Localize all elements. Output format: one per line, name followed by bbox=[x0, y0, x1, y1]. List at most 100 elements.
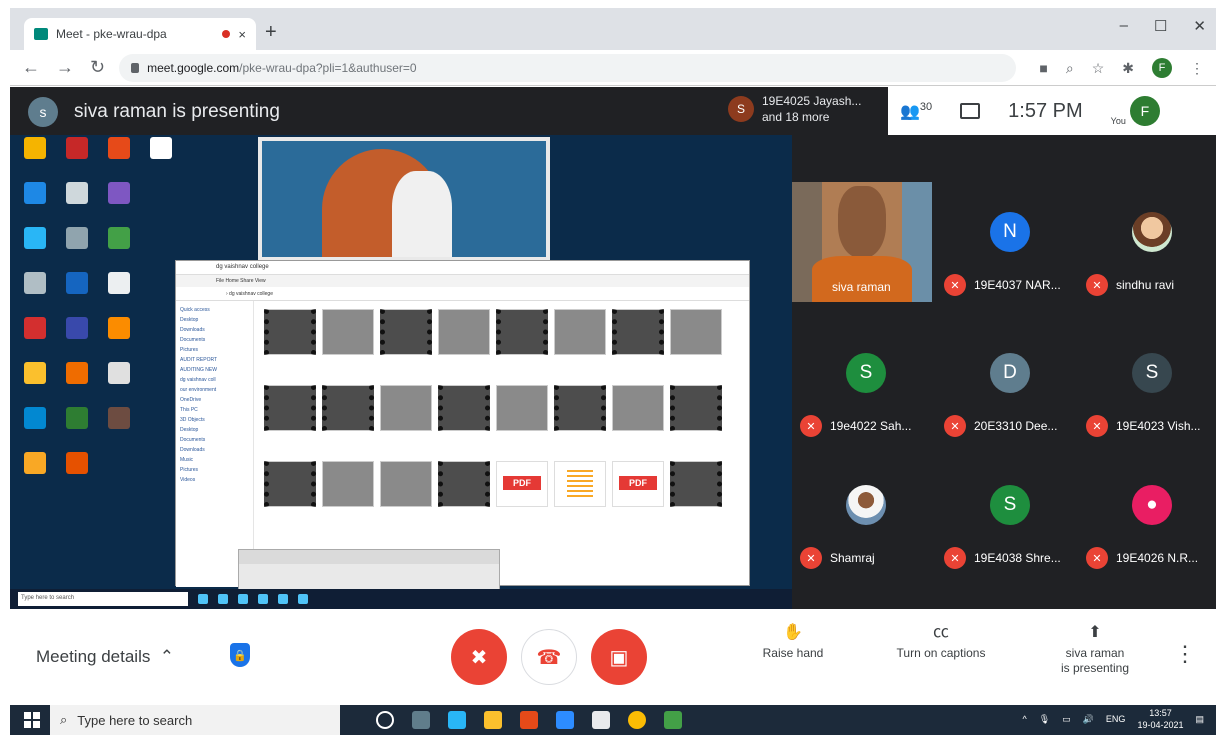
participant-tile[interactable]: ✕ Shamraj bbox=[792, 455, 932, 575]
desktop-icon bbox=[100, 137, 138, 162]
language-indicator[interactable]: ENG bbox=[1106, 714, 1126, 724]
present-screen-icon: ⬆ bbox=[1088, 624, 1102, 641]
pdf-file-icon: PDF bbox=[496, 461, 548, 507]
shared-screen: dg vaishnav college File Home Share View… bbox=[10, 135, 792, 609]
participant-tile[interactable]: S ✕ 19e4022 Sah... bbox=[792, 323, 932, 443]
leave-call-button[interactable]: ☎ bbox=[521, 629, 577, 685]
extensions-icon[interactable]: ✱ bbox=[1122, 60, 1134, 77]
desktop-icon bbox=[142, 137, 180, 162]
mic-icon[interactable]: 🎙 bbox=[1039, 714, 1050, 725]
explorer-ribbon: File Home Share View bbox=[176, 275, 749, 287]
participant-tile[interactable]: ✕ sindhu ravi bbox=[1078, 182, 1216, 302]
mic-muted-icon: ✕ bbox=[1086, 547, 1108, 569]
presenter-line2: is presenting bbox=[1060, 661, 1130, 675]
taskbar-clock[interactable]: 13:57 19-04-2021 bbox=[1137, 707, 1183, 731]
maximize-button[interactable]: ☐ bbox=[1154, 17, 1167, 35]
start-button[interactable] bbox=[24, 712, 40, 728]
zoom-icon[interactable] bbox=[556, 711, 574, 729]
mic-muted-icon: ✕ bbox=[944, 415, 966, 437]
raise-hand-button[interactable]: ✋ Raise hand bbox=[758, 625, 828, 661]
file-thumbnail bbox=[554, 309, 606, 355]
app-icon[interactable] bbox=[592, 711, 610, 729]
nav-item: Documents bbox=[180, 437, 206, 443]
edge-icon[interactable] bbox=[448, 711, 466, 729]
self-view: You F bbox=[1111, 96, 1160, 126]
mic-muted-icon: ✕ bbox=[1086, 415, 1108, 437]
file-thumbnail bbox=[264, 461, 316, 507]
address-bar[interactable]: meet.google.com /pke-wrau-dpa?pli=1&auth… bbox=[119, 53, 1016, 82]
explorer-file-grid: PDF PDF bbox=[264, 309, 744, 507]
file-explorer-icon[interactable] bbox=[484, 711, 502, 729]
office-icon[interactable] bbox=[520, 711, 538, 729]
meet-favicon-icon bbox=[34, 28, 48, 40]
task-view-icon[interactable] bbox=[412, 711, 430, 729]
minimize-button[interactable]: – bbox=[1120, 17, 1128, 35]
chevron-up-icon: ⌃ bbox=[155, 647, 175, 666]
bookmark-star-icon[interactable]: ☆ bbox=[1092, 60, 1105, 77]
tray-chevron-icon[interactable]: ^ bbox=[1023, 714, 1027, 724]
nav-item: our environment bbox=[180, 387, 217, 393]
captions-button[interactable]: ㏄ Turn on captions bbox=[886, 625, 996, 661]
desktop-icon bbox=[100, 407, 138, 432]
participant-avatar: D bbox=[990, 353, 1030, 393]
meeting-details-button[interactable]: Meeting details ⌃ bbox=[36, 647, 174, 667]
shared-search-box: Type here to search bbox=[18, 592, 188, 606]
people-button[interactable]: 👥30 bbox=[900, 101, 932, 121]
participant-tile[interactable]: S ✕ 19E4038 Shre... bbox=[936, 455, 1076, 575]
toolbar-right: ■ ⌕ ☆ ✱ F ⋮ bbox=[1039, 58, 1204, 78]
close-window-button[interactable]: ✕ bbox=[1193, 17, 1206, 35]
mic-toggle-button[interactable]: ✖ bbox=[451, 629, 507, 685]
shared-taskbar: Type here to search bbox=[10, 589, 792, 609]
people-count: 30 bbox=[919, 100, 933, 113]
more-options-icon[interactable]: ⋮ bbox=[1174, 641, 1196, 667]
reload-icon[interactable]: ↻ bbox=[90, 57, 105, 78]
participant-avatar: S bbox=[846, 353, 886, 393]
cortana-icon[interactable] bbox=[376, 711, 394, 729]
also-present-line1: 19E4025 Jayash... bbox=[762, 94, 862, 108]
hand-icon: ✋ bbox=[783, 624, 803, 641]
window-controls: – ☐ ✕ bbox=[1120, 17, 1206, 35]
search-icon: ⌕ bbox=[60, 712, 68, 727]
lock-icon bbox=[131, 62, 140, 73]
zoom-icon[interactable]: ⌕ bbox=[1066, 60, 1074, 77]
file-thumbnail bbox=[322, 385, 374, 431]
taskbar-search[interactable]: ⌕ Type here to search bbox=[50, 705, 340, 735]
file-thumbnail bbox=[380, 309, 432, 355]
security-shield-icon[interactable]: 🔒 bbox=[230, 643, 250, 667]
battery-icon[interactable]: ▭ bbox=[1062, 714, 1071, 725]
notifications-icon[interactable]: ▤ bbox=[1195, 714, 1204, 725]
tab-meet[interactable]: Meet - pke-wrau-dpa × bbox=[24, 18, 256, 50]
participant-tile[interactable]: N ✕ 19E4037 NAR... bbox=[936, 182, 1076, 302]
system-tray: ^ 🎙 ▭ 🔊 ENG 13:57 19-04-2021 ▤ bbox=[1023, 707, 1204, 731]
desktop-icon bbox=[16, 272, 54, 297]
chrome-icon[interactable] bbox=[628, 711, 646, 729]
file-thumbnail bbox=[496, 385, 548, 431]
back-arrow-icon[interactable]: ← bbox=[22, 57, 40, 78]
participant-tile[interactable]: D ✕ 20E3310 Dee... bbox=[936, 323, 1076, 443]
presenter-status-button[interactable]: ⬆ siva raman is presenting bbox=[1050, 625, 1140, 676]
forward-arrow-icon[interactable]: → bbox=[56, 57, 74, 78]
profile-avatar[interactable]: F bbox=[1152, 58, 1172, 78]
file-thumbnail bbox=[496, 309, 548, 355]
desktop-icons bbox=[16, 137, 180, 477]
desktop-icon bbox=[100, 317, 138, 342]
camera-indicator-icon[interactable]: ■ bbox=[1039, 60, 1047, 76]
desktop-icon bbox=[100, 227, 138, 252]
chrome-app-icon[interactable] bbox=[664, 711, 682, 729]
new-tab-button[interactable]: + bbox=[265, 21, 277, 44]
tab-close-icon[interactable]: × bbox=[238, 27, 246, 42]
participant-tile[interactable]: S ✕ 19E4023 Vish... bbox=[1078, 323, 1216, 443]
desktop-icon bbox=[58, 452, 96, 477]
nav-item: AUDITING NEW bbox=[180, 367, 217, 373]
nav-item: Quick access bbox=[180, 307, 210, 313]
participant-tile[interactable]: ● ✕ 19E4026 N.R... bbox=[1078, 455, 1216, 575]
camera-toggle-button[interactable]: ▣ bbox=[591, 629, 647, 685]
chat-icon[interactable] bbox=[960, 103, 981, 119]
volume-icon[interactable]: 🔊 bbox=[1083, 714, 1094, 725]
nav-item: Pictures bbox=[180, 467, 199, 473]
meet-stage: s siva raman is presenting S 19E4025 Jay… bbox=[10, 87, 1216, 609]
file-thumbnail bbox=[438, 385, 490, 431]
desktop-icon bbox=[100, 362, 138, 387]
menu-kebab-icon[interactable]: ⋮ bbox=[1190, 60, 1204, 77]
participant-tile[interactable]: siva raman bbox=[792, 182, 932, 302]
